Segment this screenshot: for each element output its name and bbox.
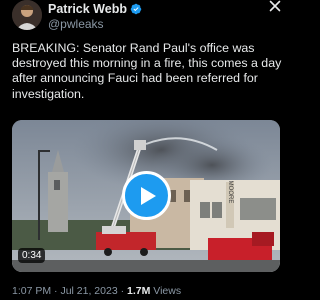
tweet-header: Patrick Webb @pwleaks — [12, 0, 283, 34]
building-sign: MOORE — [227, 181, 233, 204]
name-line: Patrick Webb — [48, 2, 142, 16]
views-count[interactable]: 1.7M — [127, 285, 150, 297]
views-label: Views — [153, 285, 182, 297]
meta-separator: · — [120, 285, 125, 297]
play-icon — [140, 186, 156, 205]
tweet-time[interactable]: 1:07 PM — [12, 285, 51, 297]
verified-badge-icon — [130, 3, 142, 15]
play-button[interactable] — [122, 171, 171, 220]
tweet-date[interactable]: Jul 21, 2023 — [60, 285, 117, 297]
tweet-text: BREAKING: Senator Rand Paul's office was… — [12, 41, 282, 101]
tweet-meta: 1:07 PM · Jul 21, 2023 · 1.7M Views — [12, 285, 181, 297]
handle[interactable]: @pwleaks — [48, 17, 104, 31]
close-icon[interactable] — [267, 0, 283, 16]
video-duration: 0:34 — [18, 248, 46, 263]
video-player[interactable]: MOORE 0:34 — [12, 120, 280, 272]
tweet-card: Patrick Webb @pwleaks BREAKING: Senator … — [0, 0, 291, 300]
avatar[interactable] — [12, 0, 42, 30]
close-x-glyph — [269, 0, 281, 12]
display-name[interactable]: Patrick Webb — [48, 2, 127, 16]
meta-separator: · — [54, 285, 58, 297]
avatar-image — [12, 0, 42, 30]
